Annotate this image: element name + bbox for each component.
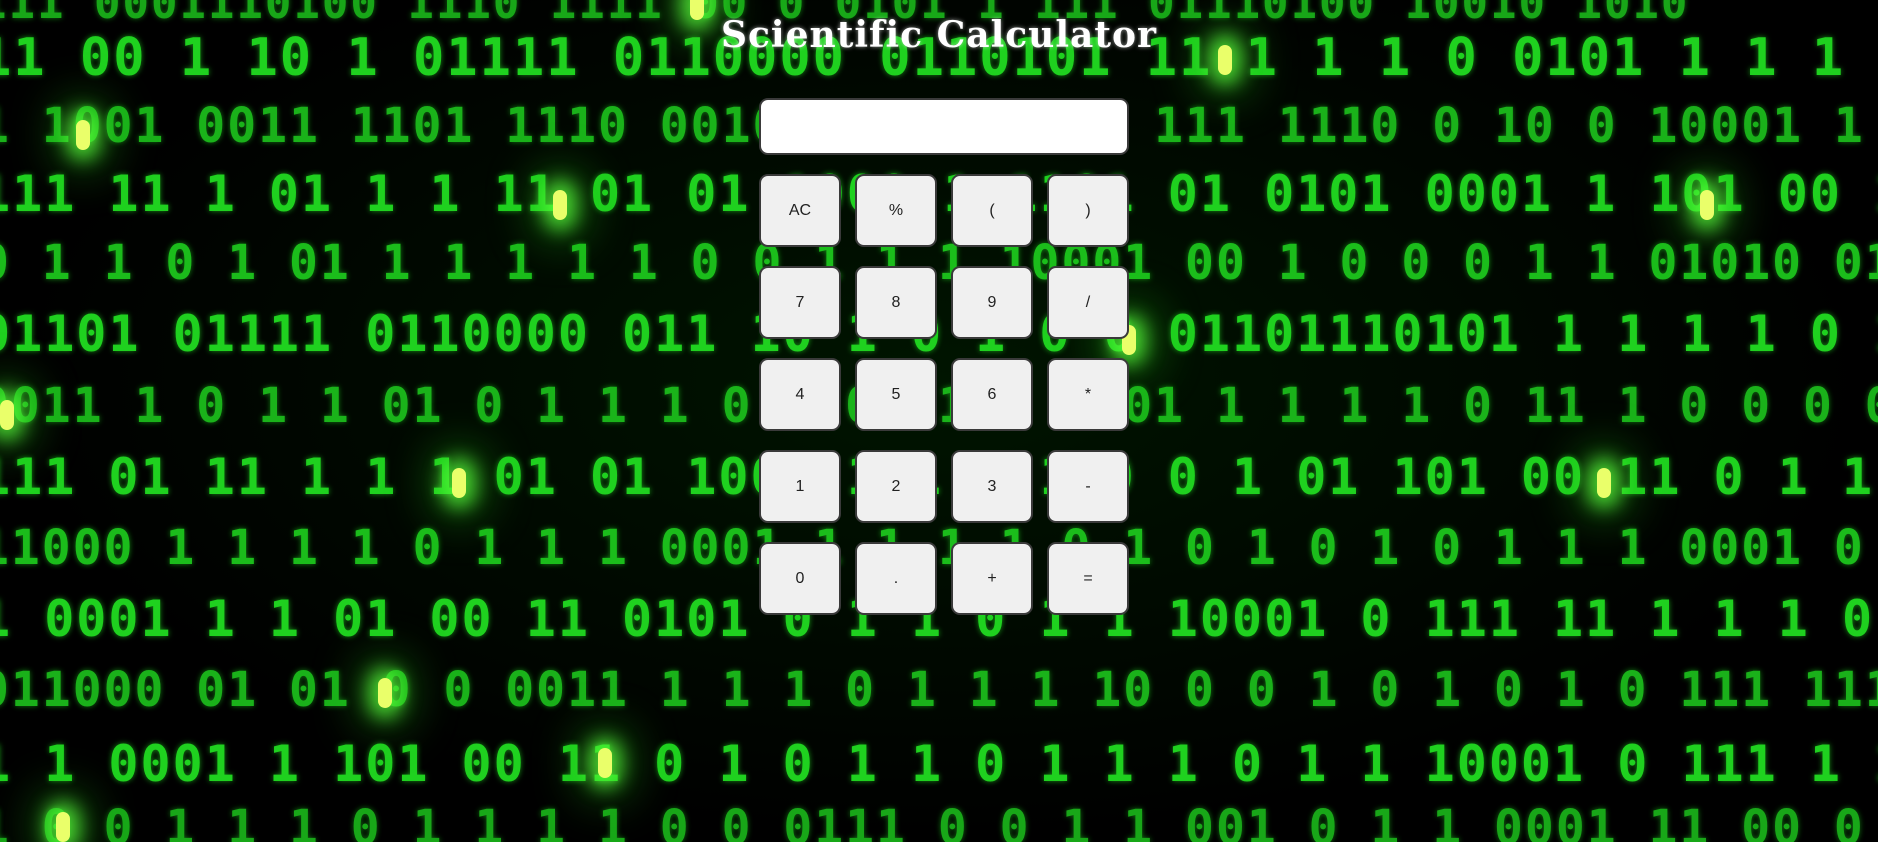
subtract-button[interactable]: -: [1047, 450, 1129, 523]
glow-light: [452, 468, 466, 498]
digit-0-button[interactable]: 0: [759, 542, 841, 615]
digit-8-button[interactable]: 8: [855, 266, 937, 339]
calculator-display[interactable]: [759, 98, 1129, 155]
binary-background-text: 011000 01 01 0 0 0011 1 1 1 0 1 1 1 10 0…: [0, 662, 1878, 718]
digit-7-button[interactable]: 7: [759, 266, 841, 339]
glow-light: [553, 190, 567, 220]
add-button[interactable]: +: [951, 542, 1033, 615]
digit-2-button[interactable]: 2: [855, 450, 937, 523]
open-parenthesis-button[interactable]: (: [951, 174, 1033, 247]
decimal-point-button[interactable]: .: [855, 542, 937, 615]
glow-light: [598, 748, 612, 778]
digit-3-button[interactable]: 3: [951, 450, 1033, 523]
equals-button[interactable]: =: [1047, 542, 1129, 615]
glow-light: [0, 400, 14, 430]
binary-background-text: 1 1 0001 1 101 00 11 0 1 0 1 1 0 1 1 1 0…: [0, 735, 1878, 793]
digit-5-button[interactable]: 5: [855, 358, 937, 431]
glow-light: [378, 678, 392, 708]
close-parenthesis-button[interactable]: ): [1047, 174, 1129, 247]
divide-button[interactable]: /: [1047, 266, 1129, 339]
multiply-button[interactable]: *: [1047, 358, 1129, 431]
glow-light: [1597, 468, 1611, 498]
digit-1-button[interactable]: 1: [759, 450, 841, 523]
digit-6-button[interactable]: 6: [951, 358, 1033, 431]
calculator-keypad: AC % ( ) 7 8 9 / 4 5 6 * 1 2 3 - 0 . + =: [759, 174, 1129, 615]
glow-light: [56, 812, 70, 842]
glow-light: [76, 120, 90, 150]
binary-background-text: 1 0 0 1 1 1 0 1 1 1 1 0 0 0111 0 0 1 1 0…: [0, 800, 1878, 842]
page-title: Scientific Calculator: [721, 14, 1157, 56]
digit-4-button[interactable]: 4: [759, 358, 841, 431]
percent-button[interactable]: %: [855, 174, 937, 247]
glow-light: [1700, 190, 1714, 220]
all-clear-button[interactable]: AC: [759, 174, 841, 247]
digit-9-button[interactable]: 9: [951, 266, 1033, 339]
